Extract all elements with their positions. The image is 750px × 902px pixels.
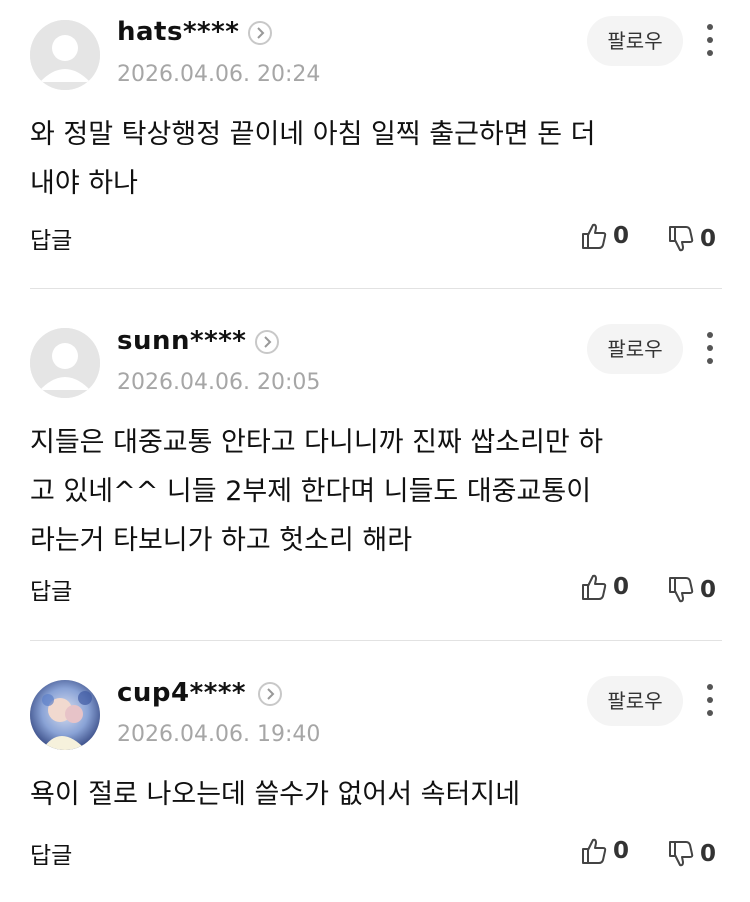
dislike-count: 0 <box>700 577 717 603</box>
thumbs-down-icon <box>668 576 694 604</box>
comment-text-line: 와 정말 탁상행정 끝이네 아침 일찍 출근하면 돈 더 <box>30 119 596 150</box>
like-count: 0 <box>613 574 630 600</box>
photo-avatar[interactable] <box>30 680 100 750</box>
thumbs-down-icon <box>668 840 694 868</box>
username[interactable]: sunn**** <box>117 326 246 356</box>
thumbs-up-icon <box>581 837 607 865</box>
comment-text: 욕이 절로 나오는데 쓸수가 없어서 속터지네 <box>30 770 710 819</box>
comment-text: 지들은 대중교통 안타고 다니니까 진짜 쌉소리만 하 고 있네^^ 니들 2부… <box>30 418 710 565</box>
chevron-right-icon[interactable] <box>248 21 272 45</box>
reply-button[interactable]: 답글 <box>30 836 72 870</box>
dislike-button[interactable]: 0 <box>668 224 716 254</box>
more-options-icon[interactable] <box>700 20 720 60</box>
reply-button[interactable]: 답글 <box>30 572 72 606</box>
like-button[interactable]: 0 <box>581 572 629 602</box>
like-count: 0 <box>613 223 630 249</box>
divider <box>30 288 722 289</box>
comment-text-line: 내야 하나 <box>30 168 138 199</box>
like-button[interactable]: 0 <box>581 221 629 251</box>
like-button[interactable]: 0 <box>581 836 629 866</box>
divider <box>30 640 722 641</box>
comment-text-line: 고 있네^^ 니들 2부제 한다며 니들도 대중교통이 <box>30 476 592 507</box>
thumbs-up-icon <box>581 573 607 601</box>
comment-date: 2026.04.06. 20:24 <box>117 62 321 87</box>
thumbs-up-icon <box>581 222 607 250</box>
thumbs-down-icon <box>668 225 694 253</box>
dislike-button[interactable]: 0 <box>668 575 716 605</box>
follow-button[interactable]: 팔로우 <box>587 324 683 374</box>
default-avatar-icon[interactable] <box>30 20 100 90</box>
more-options-icon[interactable] <box>700 680 720 720</box>
chevron-right-icon[interactable] <box>255 330 279 354</box>
comment-date: 2026.04.06. 20:05 <box>117 370 321 395</box>
reply-button[interactable]: 답글 <box>30 221 72 255</box>
comment-text-line: 지들은 대중교통 안타고 다니니까 진짜 쌉소리만 하 <box>30 427 604 458</box>
comment-text-line: 라는거 타보니가 하고 헛소리 해라 <box>30 525 413 556</box>
default-avatar-icon[interactable] <box>30 328 100 398</box>
username[interactable]: hats**** <box>117 17 239 47</box>
dislike-count: 0 <box>700 841 717 867</box>
like-count: 0 <box>613 838 630 864</box>
follow-button[interactable]: 팔로우 <box>587 676 683 726</box>
comment-text: 와 정말 탁상행정 끝이네 아침 일찍 출근하면 돈 더 내야 하나 <box>30 110 710 208</box>
more-options-icon[interactable] <box>700 328 720 368</box>
dislike-button[interactable]: 0 <box>668 839 716 869</box>
comment-date: 2026.04.06. 19:40 <box>117 722 321 747</box>
username[interactable]: cup4**** <box>117 678 246 708</box>
chevron-right-icon[interactable] <box>258 682 282 706</box>
dislike-count: 0 <box>700 226 717 252</box>
follow-button[interactable]: 팔로우 <box>587 16 683 66</box>
comment-text-line: 욕이 절로 나오는데 쓸수가 없어서 속터지네 <box>30 779 521 810</box>
